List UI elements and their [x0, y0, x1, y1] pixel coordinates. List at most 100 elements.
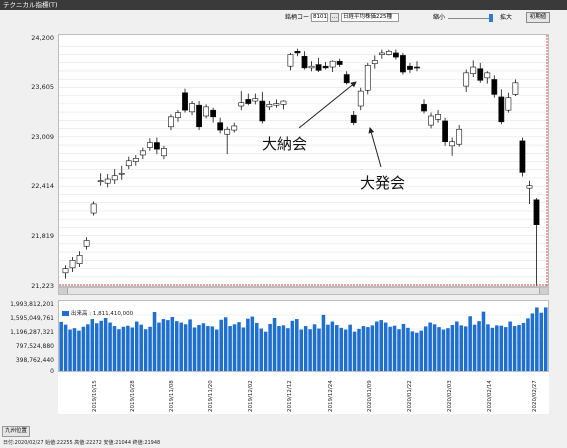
initial-value-button[interactable]: 初期値: [526, 12, 550, 23]
candle-body: [442, 120, 449, 143]
candle-body: [153, 142, 160, 150]
volume-bar: [406, 327, 410, 371]
volume-bar: [335, 325, 339, 371]
volume-bar: [486, 324, 490, 371]
volume-bar: [308, 329, 312, 371]
volume-bar: [459, 325, 464, 371]
volume-bar: [357, 328, 361, 371]
scroll-left-button[interactable]: [59, 288, 68, 294]
candle-body: [371, 60, 378, 65]
date-label: 2020/02/27: [532, 380, 538, 412]
volume-bar: [81, 326, 86, 371]
volume-bar: [166, 320, 170, 371]
price-tick: 22,414: [31, 182, 54, 190]
volume-bar: [255, 322, 259, 371]
volume-bar: [535, 307, 539, 371]
price-tick: 24,200: [31, 34, 54, 42]
candle-body: [182, 92, 188, 111]
volume-bar: [295, 319, 299, 371]
expand-label: 拡大: [500, 14, 513, 21]
candle-body: [266, 104, 273, 108]
price-tick: 23,009: [31, 133, 54, 141]
volume-bar: [495, 325, 499, 371]
position-button[interactable]: 九州位置: [2, 426, 31, 437]
volume-bar: [263, 331, 268, 371]
volume-bar: [201, 323, 206, 371]
volume-bar: [343, 329, 348, 371]
volume-bar: [112, 326, 117, 371]
candle-body: [245, 99, 252, 104]
volume-bar: [174, 321, 179, 371]
candle-body: [175, 112, 181, 118]
candle-body: [491, 79, 498, 95]
volume-bar: [148, 326, 152, 371]
candle-body: [69, 260, 76, 269]
candle-body: [224, 128, 231, 135]
candle-body: [139, 150, 146, 156]
price-chart[interactable]: [58, 34, 549, 301]
zoom-slider-track[interactable]: [448, 18, 492, 19]
candle-body: [498, 96, 505, 123]
window-title: テクニカル指標(T): [3, 1, 58, 9]
candle-body: [252, 98, 259, 102]
legend-swatch: [62, 311, 69, 316]
volume-bar: [210, 326, 215, 371]
volume-tick: 797,524,880: [15, 343, 54, 350]
date-label: 2019/11/08: [169, 380, 175, 412]
volume-bar: [410, 331, 415, 371]
volume-bar: [246, 318, 250, 371]
date-label: 2019/11/20: [208, 380, 214, 412]
price-tick: 23,605: [31, 83, 54, 91]
volume-bar: [388, 326, 392, 371]
volume-bar: [99, 320, 103, 371]
volume-bar: [339, 327, 344, 371]
volume-tick: 0: [50, 368, 54, 375]
volume-bar: [326, 324, 330, 371]
volume-bar: [237, 322, 241, 371]
candle-body: [97, 180, 104, 183]
annotation-daihakkai: 大発会: [360, 174, 406, 192]
code-input[interactable]: 8101: [311, 13, 328, 22]
volume-bar: [179, 322, 183, 371]
volume-bar: [134, 321, 139, 371]
code-lookup-button[interactable]: ...: [330, 13, 339, 22]
volume-bar: [303, 326, 308, 371]
candle-body: [378, 52, 385, 55]
volume-bar: [499, 325, 504, 371]
legend-label: 出来高 : 1,811,410,000: [71, 311, 134, 317]
candle-body: [104, 178, 111, 184]
volume-bar: [415, 332, 419, 371]
volume-bar: [423, 326, 428, 371]
candle-body: [273, 103, 280, 106]
candle-body: [392, 52, 399, 58]
index-name-field: 日経平均株価225種: [341, 13, 399, 22]
scroll-right-button[interactable]: [539, 288, 548, 294]
candle-body: [407, 65, 413, 70]
volume-bar: [543, 307, 548, 371]
candle-body: [421, 104, 427, 112]
volume-bar: [219, 319, 223, 371]
volume-bar: [250, 316, 255, 371]
candle-body: [62, 268, 69, 274]
volume-tick: 398,762,440: [15, 357, 54, 364]
annotation-daino: 大納会: [262, 135, 308, 153]
chart-scrollbar[interactable]: [58, 287, 549, 295]
candle-body: [357, 90, 364, 107]
volume-bar: [352, 331, 357, 371]
volume-bar: [366, 327, 370, 371]
volume-bar: [214, 329, 219, 371]
candle-body: [414, 66, 420, 69]
candle-body: [364, 65, 371, 91]
volume-bar: [192, 327, 197, 371]
candle-body: [456, 128, 463, 145]
volume-bar: [321, 314, 326, 371]
candle-body: [329, 60, 336, 68]
zoom-slider-thumb[interactable]: [489, 14, 493, 22]
volume-bar: [450, 325, 455, 371]
date-label: 2020/01/22: [407, 380, 413, 412]
volume-bar: [383, 322, 388, 371]
candle-body: [203, 106, 210, 117]
volume-bar: [103, 317, 108, 371]
volume-bar: [281, 325, 286, 371]
volume-bar: [259, 328, 263, 371]
